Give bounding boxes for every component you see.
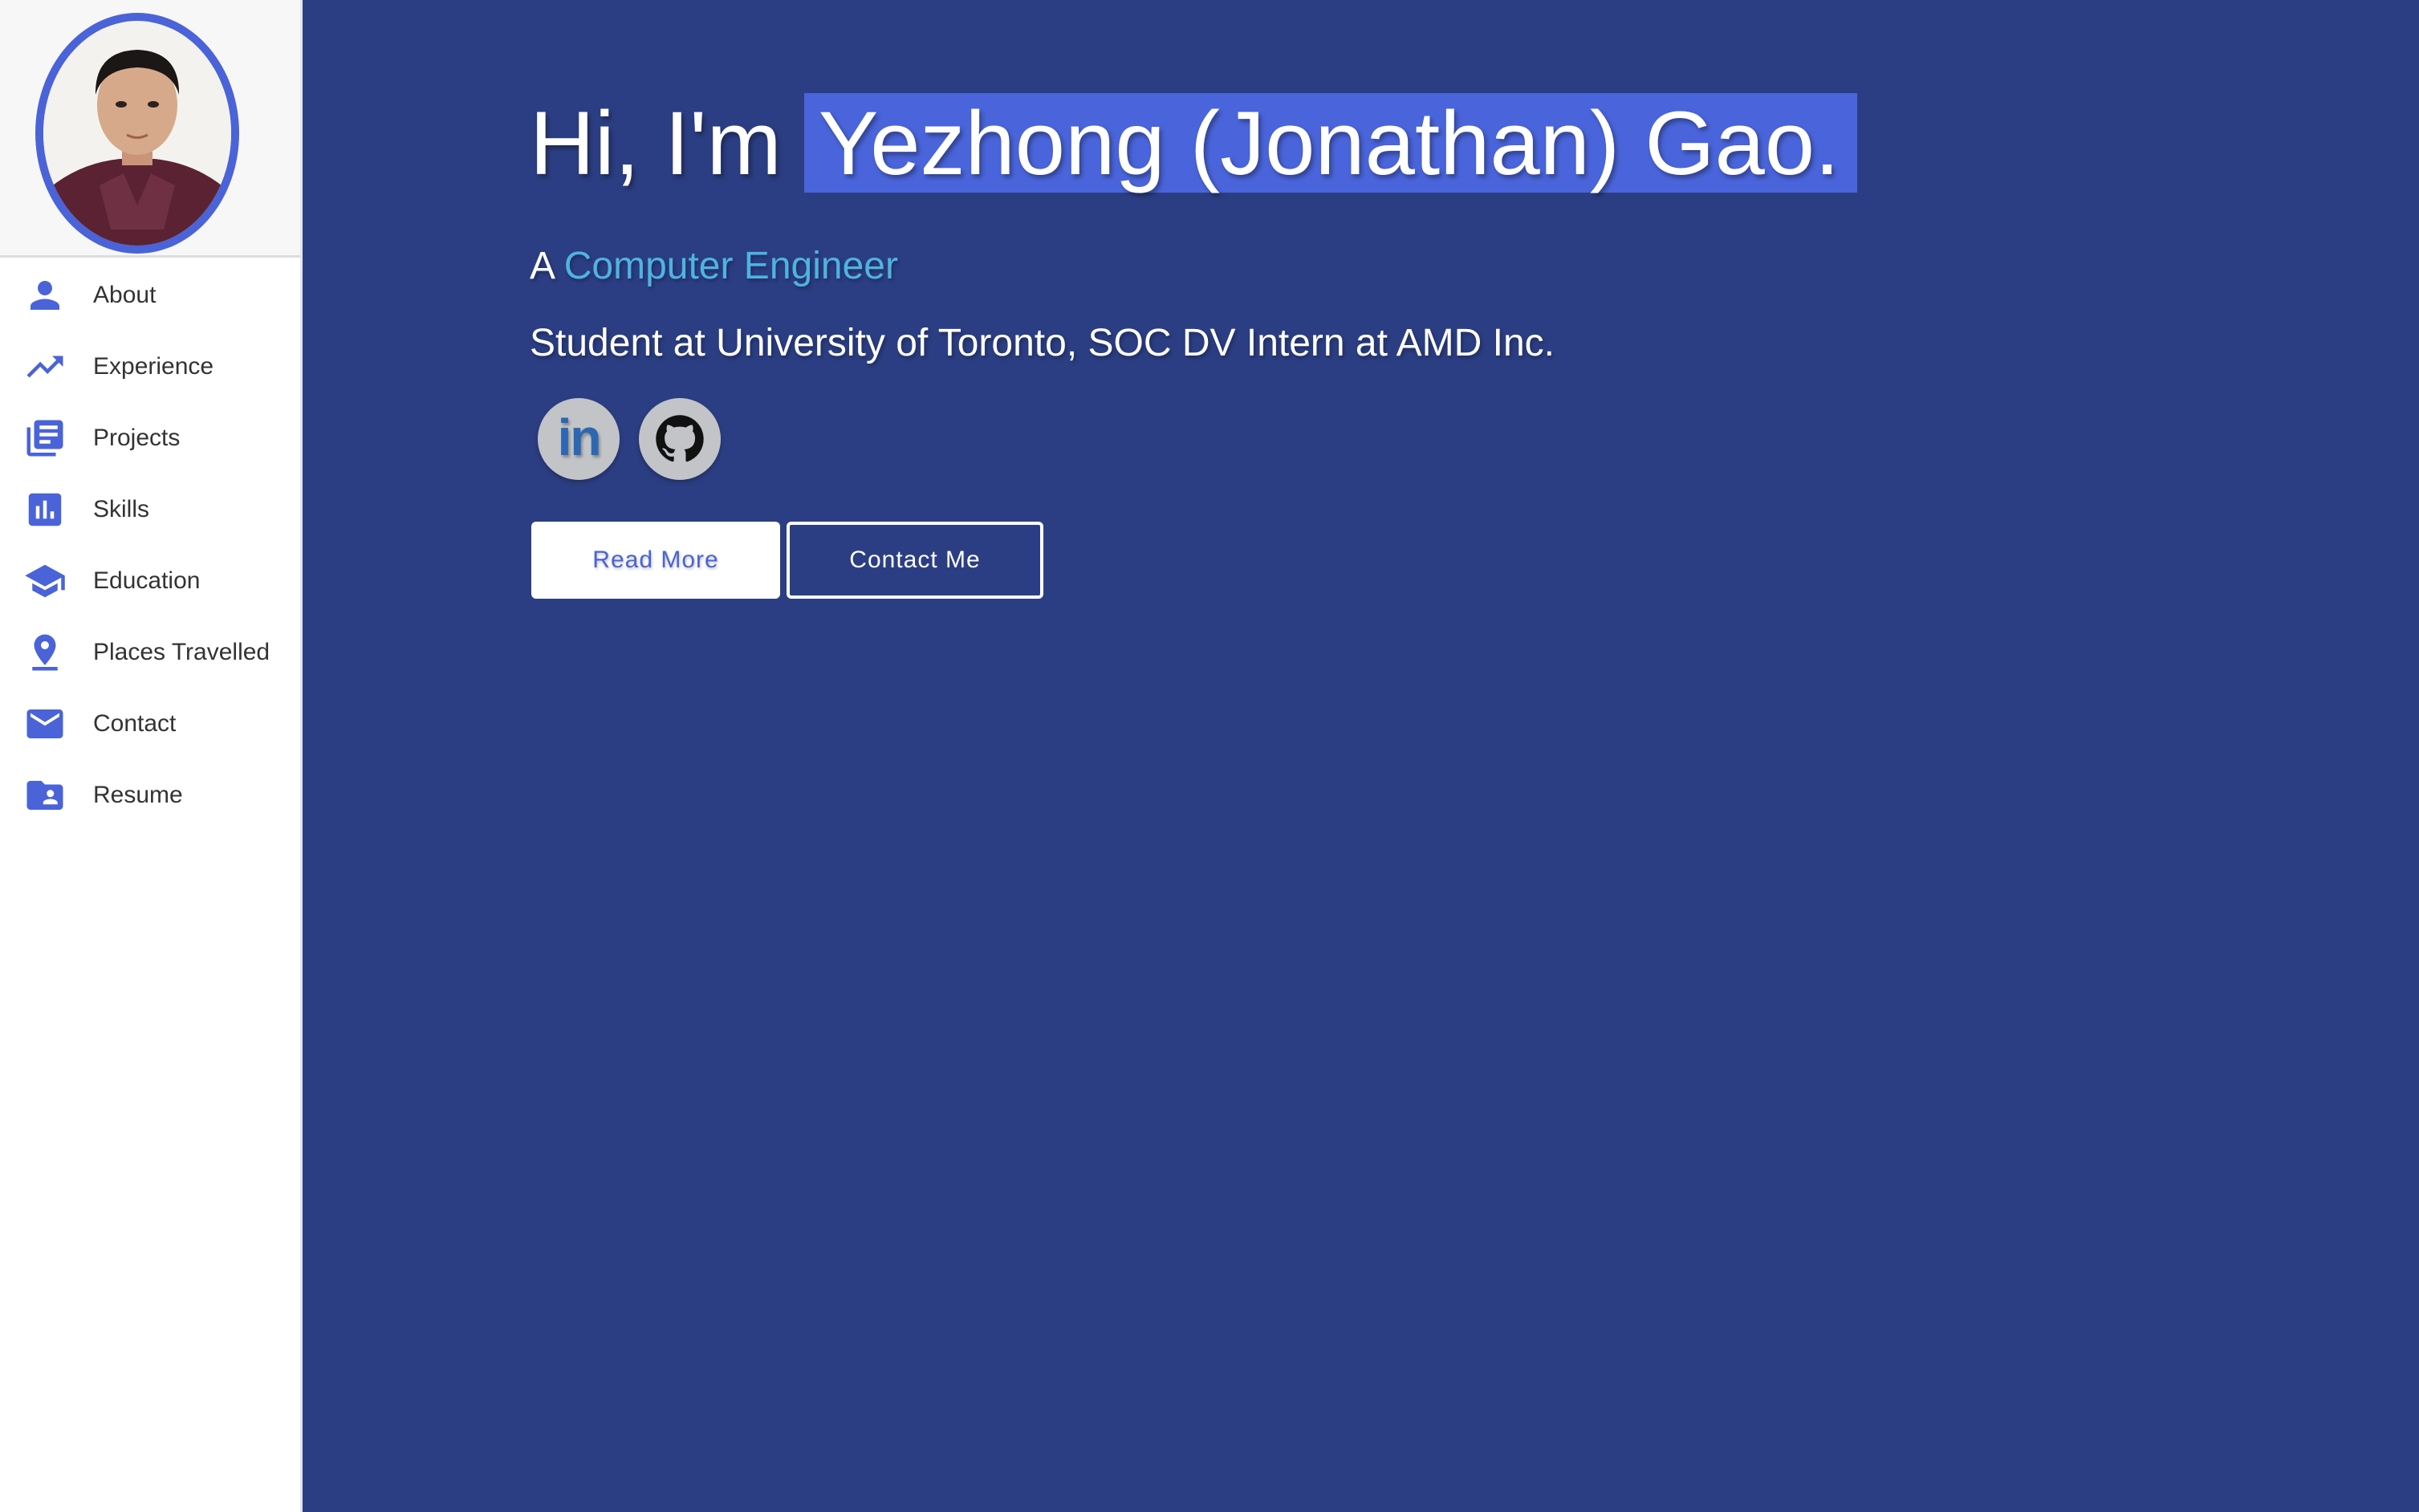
- sidebar-item-label: Places Travelled: [93, 639, 270, 665]
- profile-header: [0, 0, 300, 258]
- sidebar-item-skills[interactable]: Skills: [0, 478, 300, 542]
- sidebar-item-education[interactable]: Education: [0, 549, 300, 613]
- linkedin-icon: in: [557, 408, 602, 466]
- sidebar-item-projects[interactable]: Projects: [0, 406, 300, 470]
- read-more-button[interactable]: Read More: [531, 522, 780, 599]
- trending-up-icon: [22, 344, 67, 389]
- role-prefix: A: [530, 245, 554, 287]
- person-icon: [22, 273, 67, 318]
- hero-section: [303, 0, 2419, 1512]
- sidebar-item-label: Education: [93, 567, 201, 594]
- mail-icon: [22, 701, 67, 746]
- name-highlight: Yezhong (Jonathan) Gao.: [803, 93, 1858, 193]
- location-pin-icon: [22, 630, 67, 675]
- role-line: A Computer Engineer: [530, 244, 898, 288]
- sidebar-item-label: Resume: [93, 782, 183, 808]
- sidebar-item-places-travelled[interactable]: Places Travelled: [0, 620, 300, 685]
- page-title: Hi, I'm Yezhong (Jonathan) Gao.: [530, 90, 1858, 196]
- greeting-prefix: Hi, I'm: [530, 92, 782, 193]
- graduation-cap-icon: [22, 559, 67, 604]
- sidebar-item-label: About: [93, 282, 157, 308]
- bar-chart-icon: [22, 487, 67, 532]
- sidebar-item-label: Experience: [93, 353, 214, 380]
- sidebar-item-experience[interactable]: Experience: [0, 335, 300, 399]
- role-title: Computer Engineer: [563, 245, 898, 287]
- github-icon: [656, 415, 704, 462]
- sidebar-item-label: Skills: [93, 496, 150, 522]
- sidebar-item-contact[interactable]: Contact: [0, 692, 300, 756]
- subtitle: Student at University of Toronto, SOC DV…: [530, 322, 1555, 364]
- library-books-icon: [22, 416, 67, 461]
- contact-me-button[interactable]: Contact Me: [787, 522, 1043, 599]
- avatar: [35, 13, 239, 254]
- folder-user-icon: [22, 773, 67, 818]
- linkedin-link[interactable]: in: [538, 398, 620, 480]
- sidebar-item-label: Contact: [93, 710, 177, 737]
- github-link[interactable]: [639, 398, 721, 480]
- sidebar-item-resume[interactable]: Resume: [0, 763, 300, 827]
- sidebar-item-label: Projects: [93, 425, 181, 451]
- sidebar-item-about[interactable]: About: [0, 263, 300, 327]
- sidebar: About Experience Projects Skills Educati…: [0, 0, 303, 1512]
